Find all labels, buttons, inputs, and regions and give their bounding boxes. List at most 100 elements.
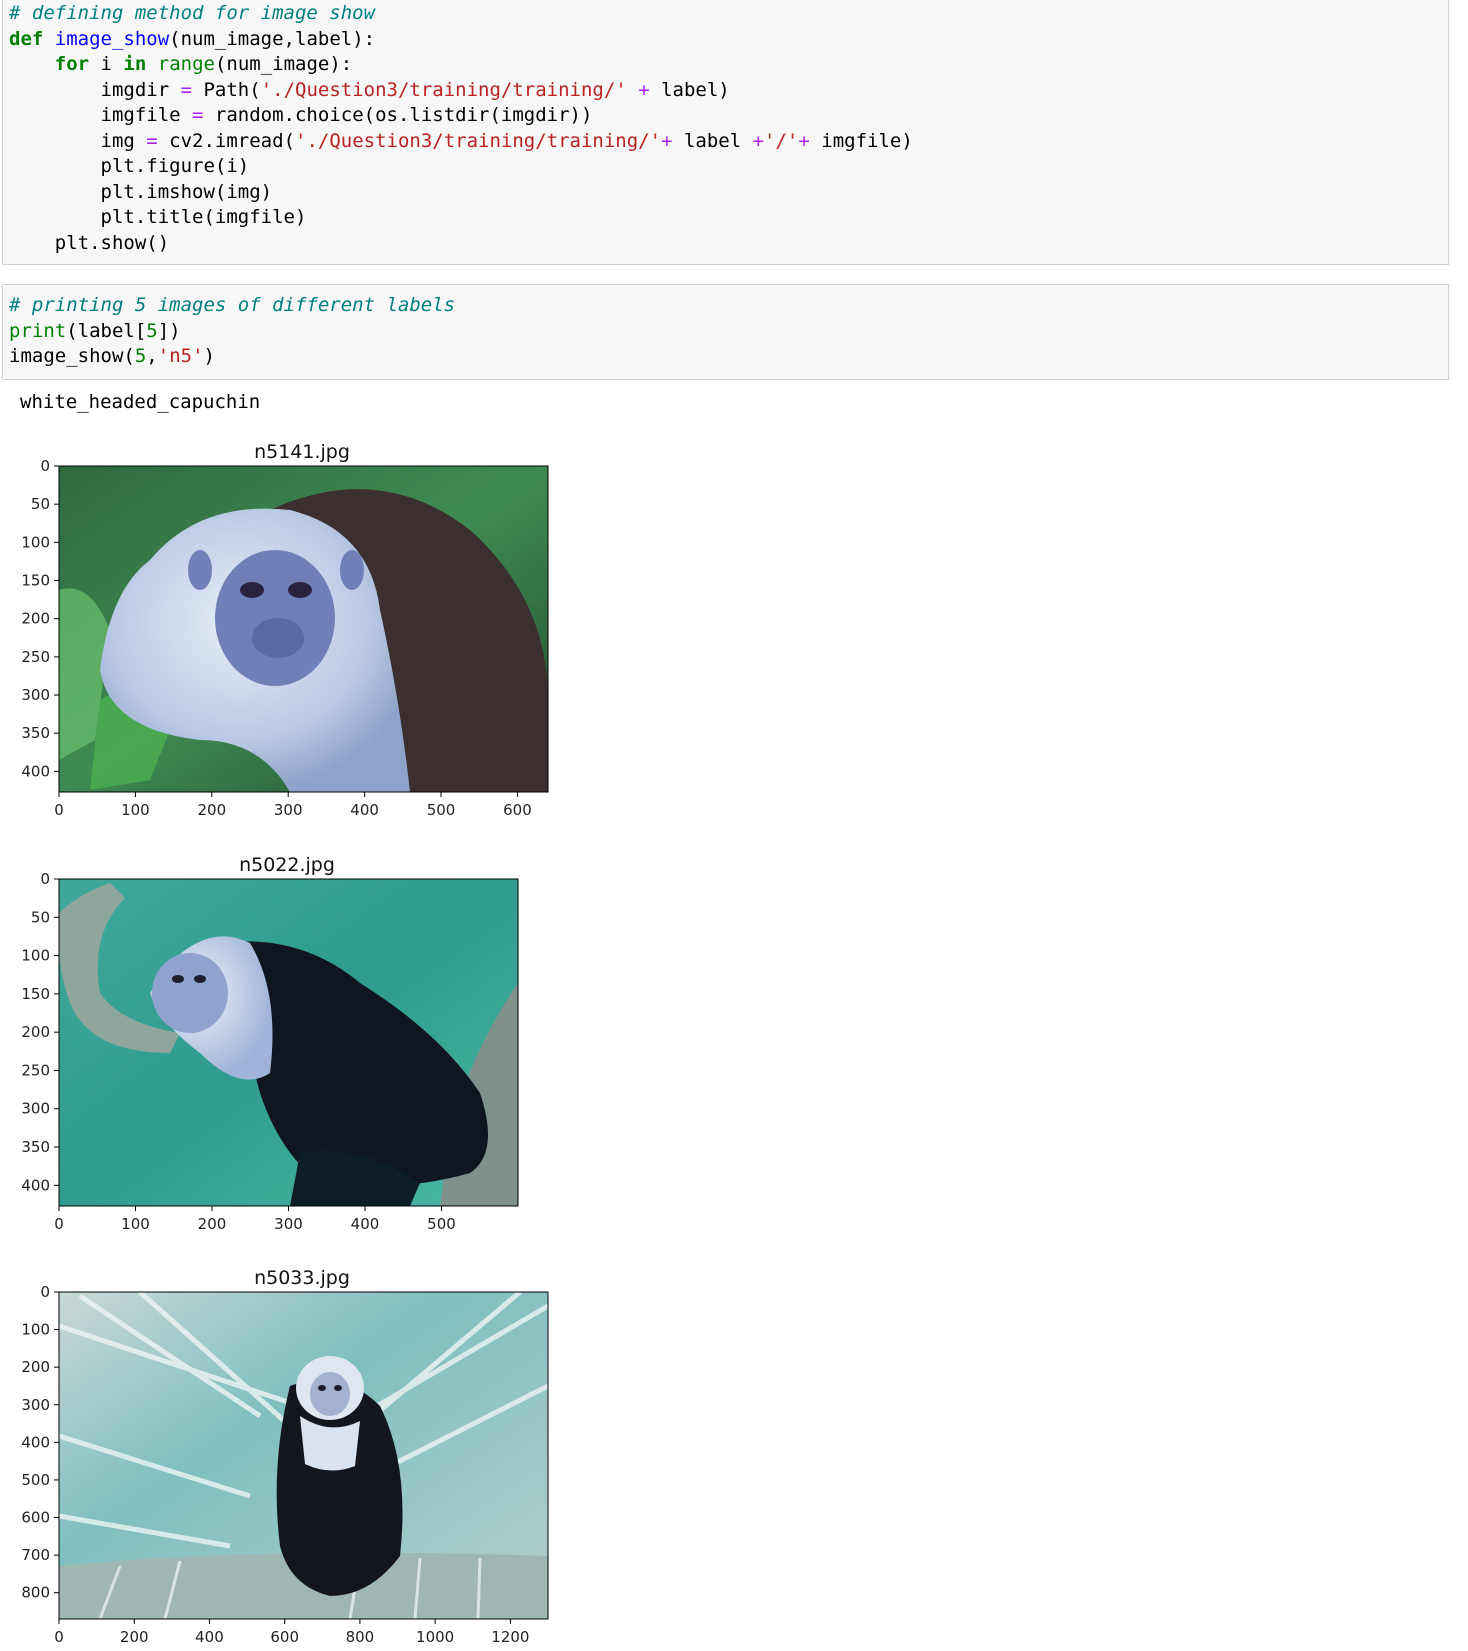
monkey-eye: [240, 582, 264, 598]
y-tick-label: 100: [21, 1321, 50, 1339]
code-token: image_show(: [9, 345, 135, 367]
code-token: image_show: [54, 27, 170, 50]
x-tick-label: 300: [274, 1215, 303, 1233]
y-tick-label: 300: [21, 1100, 50, 1118]
x-tick-label: 100: [121, 1215, 150, 1233]
monkey-face: [310, 1372, 350, 1416]
x-tick-label: 300: [274, 801, 303, 819]
code-token: ,: [146, 345, 158, 367]
x-tick-label: 0: [54, 1628, 64, 1646]
y-tick-label: 400: [21, 1433, 50, 1451]
code-token: img: [9, 129, 147, 152]
monkey-eye: [318, 1385, 326, 1391]
x-tick-label: 100: [121, 801, 150, 819]
figure-n5022: n5022.jpg 0 100 200 300 400 500 0 50 100 150 200 25…: [0, 853, 560, 1233]
y-tick-label: 300: [21, 686, 50, 704]
x-tick-label: 1000: [416, 1628, 454, 1646]
y-tick-label: 150: [21, 572, 50, 590]
code-token: +: [661, 129, 673, 152]
y-tick-label: 0: [40, 870, 50, 888]
code-token: 5: [146, 319, 158, 342]
monkey-muzzle: [252, 618, 304, 658]
y-tick-label: 100: [21, 533, 50, 551]
x-tick-label: 400: [195, 1628, 224, 1646]
code-token: for: [54, 53, 90, 75]
x-tick-label: 400: [350, 801, 379, 819]
y-tick-label: 300: [21, 1396, 50, 1414]
code-token: range: [157, 53, 215, 75]
cell-stdout: white_headed_capuchin: [20, 391, 261, 413]
y-tick-label: 250: [21, 648, 50, 666]
code-token: =: [146, 129, 158, 152]
code-token: plt.figure(i): [9, 155, 250, 177]
code-token: imgdir: [9, 78, 181, 101]
x-tick-label: 0: [54, 801, 64, 819]
code-editor[interactable]: # defining method for image show def ima…: [3, 0, 1448, 256]
y-tick-label: 150: [21, 985, 50, 1003]
monkey-eye: [288, 582, 312, 598]
code-token: +: [798, 129, 810, 152]
code-token: 'n5': [157, 345, 204, 367]
image-plot-n5033: n5033.jpg 0 200 400 600 800 1000 1200010…: [21, 1267, 550, 1646]
code-token: i: [89, 53, 124, 75]
x-tick-label: 500: [427, 801, 456, 819]
code-token: (label[: [66, 319, 147, 342]
y-tick-label: 50: [31, 495, 50, 513]
y-tick-label: 200: [21, 1023, 50, 1041]
y-tick-label: 700: [21, 1546, 50, 1564]
code-token: print: [9, 319, 67, 342]
image-area: [59, 466, 548, 792]
x-tick-label: 200: [197, 801, 226, 819]
code-token: # printing 5 images of different labels: [9, 294, 456, 316]
monkey-ear: [188, 550, 212, 590]
code-token: +: [638, 78, 650, 101]
code-token: 5: [134, 345, 147, 367]
code-cell-define-method[interactable]: # defining method for image show def ima…: [2, 0, 1449, 265]
y-tick-label: 800: [21, 1584, 50, 1602]
code-token: ): [203, 345, 215, 367]
plot-title: n5141.jpg: [254, 441, 350, 463]
monkey-eye: [334, 1385, 342, 1391]
image-area: [58, 1290, 550, 1620]
monkey-eye: [194, 975, 206, 983]
y-tick-label: 400: [21, 1176, 50, 1194]
x-tick-label: 800: [346, 1628, 375, 1646]
image-plot-n5141: n5141.jpg 0 100 200 300 400 500 600 0 50 100 150 20…: [21, 441, 549, 819]
code-token: (num_image,label):: [169, 27, 376, 50]
code-token: +: [752, 129, 765, 152]
monkey-face: [215, 550, 335, 686]
code-token: imgfile: [9, 104, 193, 126]
x-tick-label: 200: [198, 1215, 227, 1233]
x-tick-label: 600: [270, 1628, 299, 1646]
code-token: ]): [157, 319, 181, 342]
x-tick-label: 600: [503, 801, 532, 819]
code-token: (num_image):: [214, 53, 353, 75]
y-tick-label: 0: [40, 1283, 50, 1301]
code-editor[interactable]: # printing 5 images of different labels …: [3, 285, 1448, 370]
y-tick-label: 100: [21, 947, 50, 965]
code-token: label: [672, 129, 753, 152]
y-tick-label: 200: [21, 610, 50, 628]
y-tick-label: 350: [21, 1138, 50, 1156]
x-tick-label: 400: [351, 1215, 380, 1233]
y-tick-label: 0: [40, 457, 50, 475]
y-tick-label: 350: [21, 724, 50, 742]
y-tick-label: 400: [21, 762, 50, 780]
code-token: =: [180, 78, 193, 101]
figure-n5141: n5141.jpg 0 100 200 300 400 500 600 0 50 100 150 20…: [0, 440, 560, 820]
image-plot-n5022: n5022.jpg 0 100 200 300 400 500 0 50 100 150 200 25…: [21, 854, 519, 1233]
image-area: [59, 879, 518, 1206]
plot-title: n5033.jpg: [254, 1267, 350, 1289]
code-token: Path(: [192, 78, 261, 101]
monkey-eye: [172, 975, 184, 983]
y-tick-label: 500: [21, 1471, 50, 1489]
code-cell-print-images[interactable]: # printing 5 images of different labels …: [2, 284, 1449, 380]
code-token: =: [192, 104, 204, 126]
code-token: plt.title(imgfile): [9, 206, 307, 228]
y-tick-label: 200: [21, 1358, 50, 1376]
code-token: # defining method for image show: [9, 2, 376, 24]
code-token: plt.imshow(img): [9, 180, 273, 203]
code-token: in: [123, 53, 147, 75]
